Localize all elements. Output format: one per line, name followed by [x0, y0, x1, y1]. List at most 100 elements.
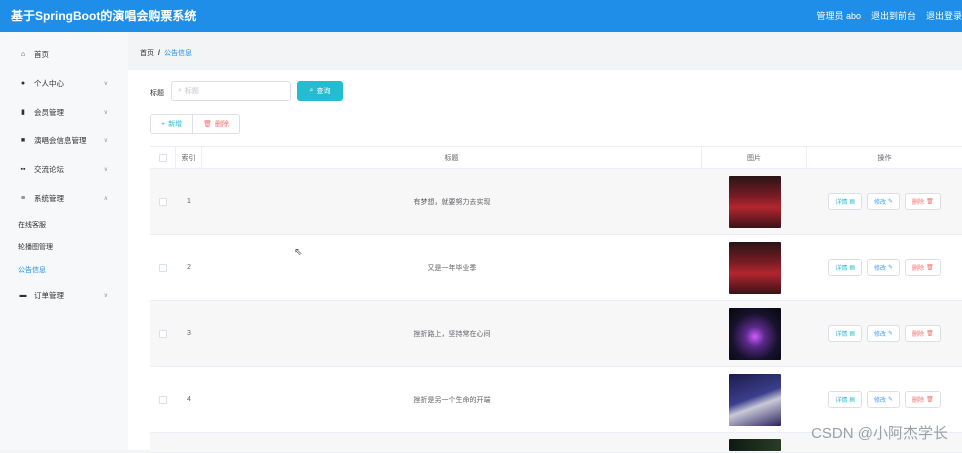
- top-bar: 基于SpringBoot的演唱会购票系统 管理员 abo 退出到前台 退出登录: [0, 0, 962, 32]
- delete-button-label: 删除: [215, 119, 229, 129]
- concert-poster-image[interactable]: [729, 242, 781, 294]
- chevron-up-icon: ∧: [104, 195, 108, 202]
- chevron-down-icon: ∨: [104, 166, 108, 173]
- row-checkbox[interactable]: [159, 330, 167, 338]
- detail-icon: ▤: [849, 264, 855, 271]
- app-title: 基于SpringBoot的演唱会购票系统: [11, 7, 196, 24]
- sidebar-item-home[interactable]: ⌂ 首页: [0, 40, 128, 68]
- stage-lights-image[interactable]: [729, 308, 781, 360]
- breadcrumb-current: 公告信息: [164, 50, 192, 57]
- remove-button[interactable]: 删除🗑: [905, 325, 941, 342]
- row-checkbox[interactable]: [159, 198, 167, 206]
- row-image-cell: [702, 235, 807, 300]
- sidebar-item-label: 个人中心: [34, 78, 64, 89]
- add-button[interactable]: + 新增: [150, 114, 193, 134]
- select-all-checkbox[interactable]: [159, 154, 167, 162]
- poster-image[interactable]: [729, 439, 781, 451]
- edit-button[interactable]: 修改✎: [867, 259, 900, 276]
- search-icon: ⌕: [178, 87, 182, 95]
- detail-button[interactable]: 详情▤: [828, 259, 862, 276]
- sidebar-subitem-announcements[interactable]: 公告信息: [18, 265, 46, 275]
- sidebar-item-orders[interactable]: ▬ 订单管理 ∨: [0, 281, 128, 309]
- detail-button[interactable]: 详情▤: [828, 193, 862, 210]
- sidebar-item-label: 交流论坛: [34, 164, 64, 175]
- row-select-cell: [150, 301, 176, 366]
- sidebar-subitem-carousel[interactable]: 轮播图管理: [18, 242, 53, 252]
- search-input[interactable]: ⌕ 标题: [171, 81, 291, 101]
- sidebar-item-system[interactable]: ≡ 系统管理 ∧: [0, 184, 128, 212]
- sidebar: ⌂ 首页 ● 个人中心 ∨ ▮ 会员管理 ∨ ■ 演唱会信息管理 ∨ ▪▪ 交流…: [0, 32, 128, 450]
- sidebar-item-forum[interactable]: ▪▪ 交流论坛 ∨: [0, 155, 128, 183]
- row-index: 3: [176, 301, 202, 366]
- edit-button[interactable]: 修改✎: [867, 325, 900, 342]
- search-icon: ⌕: [310, 87, 314, 95]
- row-image-cell: [702, 301, 807, 366]
- edit-button[interactable]: 修改✎: [867, 193, 900, 210]
- mouse-cursor-icon: ⇖: [294, 247, 302, 258]
- trash-icon: 🗑: [926, 396, 934, 403]
- sidebar-subitem-online-service[interactable]: 在线客服: [18, 220, 46, 230]
- row-select-cell: [150, 367, 176, 432]
- sidebar-item-label: 会员管理: [34, 107, 64, 118]
- breadcrumb: 首页 / 公告信息: [140, 48, 192, 58]
- search-button[interactable]: ⌕ 查询: [297, 81, 343, 101]
- header-index: 索引: [176, 147, 202, 168]
- row-ops: 详情▤ 修改✎ 删除🗑: [807, 235, 962, 300]
- edit-button[interactable]: 修改✎: [867, 391, 900, 408]
- bag-icon: ■: [18, 137, 28, 144]
- row-select-cell: [150, 235, 176, 300]
- row-title: 有梦想，就要努力去实现: [202, 169, 702, 234]
- remove-button[interactable]: 删除🗑: [905, 259, 941, 276]
- sidebar-item-profile[interactable]: ● 个人中心 ∨: [0, 69, 128, 97]
- concert-poster-image[interactable]: [729, 176, 781, 228]
- select-all-cell: [150, 147, 176, 168]
- detail-icon: ▤: [849, 330, 855, 337]
- table-row: 3 挫折路上，坚持常在心间 详情▤ 修改✎ 删除🗑: [150, 301, 962, 367]
- menu-icon: ≡: [18, 195, 28, 202]
- user-label: 管理员 abo: [816, 9, 861, 22]
- sidebar-item-members[interactable]: ▮ 会员管理 ∨: [0, 98, 128, 126]
- chevron-down-icon: ∨: [104, 109, 108, 116]
- home-icon: ⌂: [18, 51, 28, 58]
- sidebar-item-concerts[interactable]: ■ 演唱会信息管理 ∨: [0, 126, 128, 154]
- row-image-cell: [702, 433, 807, 452]
- edit-icon: ✎: [888, 264, 893, 271]
- search-button-label: 查询: [316, 86, 330, 96]
- row-title: 又是一年毕业季: [202, 235, 702, 300]
- logout-link[interactable]: 退出登录: [926, 9, 962, 22]
- row-checkbox[interactable]: [159, 264, 167, 272]
- remove-button[interactable]: 删除🗑: [905, 193, 941, 210]
- table-row: 1 有梦想，就要努力去实现 详情▤ 修改✎ 删除🗑: [150, 169, 962, 235]
- trash-icon: 🗑: [926, 264, 934, 271]
- row-ops: 详情▤ 修改✎ 删除🗑: [807, 169, 962, 234]
- bar-chart-icon: ▮: [18, 108, 28, 116]
- breadcrumb-separator: /: [158, 50, 160, 57]
- breadcrumb-home[interactable]: 首页: [140, 50, 154, 57]
- row-checkbox[interactable]: [159, 396, 167, 404]
- delete-button[interactable]: 🗑 删除: [193, 114, 240, 134]
- row-index: 1: [176, 169, 202, 234]
- detail-button[interactable]: 详情▤: [828, 325, 862, 342]
- header-operations: 操作: [807, 147, 962, 168]
- row-index: 2: [176, 235, 202, 300]
- singer-photo-image[interactable]: [729, 374, 781, 426]
- chevron-down-icon: ∨: [104, 80, 108, 87]
- row-title: 挫折是另一个生命的开端: [202, 367, 702, 432]
- detail-button[interactable]: 详情▤: [828, 391, 862, 408]
- row-select-cell: [150, 169, 176, 234]
- exit-console-link[interactable]: 退出到前台: [871, 9, 916, 22]
- chevron-down-icon: ∨: [104, 292, 108, 299]
- search-placeholder: 标题: [185, 86, 199, 96]
- sidebar-item-label: 订单管理: [34, 290, 64, 301]
- edit-icon: ✎: [888, 198, 893, 205]
- chat-icon: ▬: [18, 292, 28, 299]
- action-buttons: + 新增 🗑 删除: [150, 114, 240, 134]
- remove-button[interactable]: 删除🗑: [905, 391, 941, 408]
- row-title: 挫折路上，坚持常在心间: [202, 301, 702, 366]
- row-ops: 详情▤ 修改✎ 删除🗑: [807, 301, 962, 366]
- trash-icon: 🗑: [926, 198, 934, 205]
- sidebar-item-label: 演唱会信息管理: [34, 135, 87, 146]
- grid-icon: ▪▪: [18, 166, 28, 173]
- edit-icon: ✎: [888, 330, 893, 337]
- watermark: CSDN @小阿杰学长: [811, 422, 948, 443]
